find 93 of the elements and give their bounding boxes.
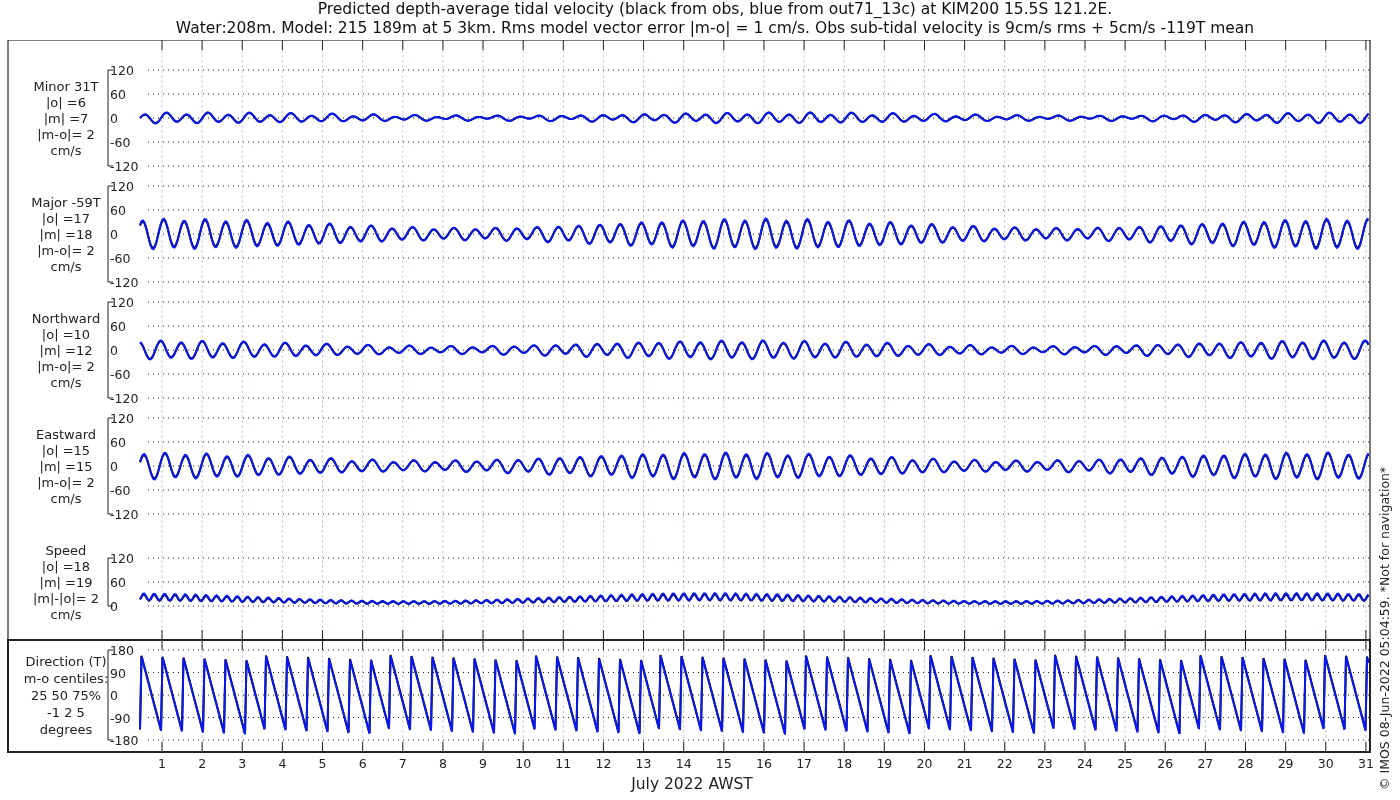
panel-label: 25 50 75% [30, 688, 102, 703]
y-tick-label: 60 [110, 575, 126, 590]
x-tick-label: 2 [198, 756, 207, 771]
panel-label: m-o centiles: [23, 671, 109, 686]
x-tick-label: 19 [876, 756, 893, 771]
panel-label: |o| =18 [41, 559, 91, 574]
x-tick-label: 1 [158, 756, 166, 771]
panel-label: |m| =18 [39, 227, 93, 242]
panel-label: degrees [39, 722, 93, 737]
x-tick-label: 17 [796, 756, 813, 771]
panel-label: |m|-|o|= 2 [32, 591, 100, 606]
panel-label: cm/s [50, 491, 82, 506]
panel-label: |m-o|= 2 [37, 475, 95, 490]
y-tick-label: 120 [110, 411, 134, 426]
y-tick-label: 120 [110, 295, 134, 310]
chart-title: Predicted depth-average tidal velocity (black from obs, blue from out71_13c) at KIM200 15.5S 121.2E. [317, 0, 1113, 19]
y-tick-label: -60 [110, 367, 131, 382]
x-tick-label: 14 [675, 756, 692, 771]
panel-label: Minor 31T [33, 79, 99, 94]
x-tick-label: 23 [1036, 756, 1053, 771]
x-tick-label: 26 [1157, 756, 1174, 771]
y-tick-label: 90 [110, 665, 126, 681]
x-tick-label: 13 [635, 756, 652, 771]
panel-label: cm/s [50, 607, 82, 622]
y-tick-label: -60 [110, 483, 131, 498]
x-tick-label: 31 [1357, 756, 1374, 771]
y-tick-label: 60 [110, 319, 126, 334]
panel-label: Major -59T [31, 195, 101, 210]
y-tick-label: 0 [110, 111, 118, 126]
y-tick-label: 0 [110, 227, 118, 242]
y-tick-label: 0 [110, 343, 118, 358]
x-tick-label: 5 [318, 756, 327, 771]
y-tick-label: 120 [110, 179, 134, 194]
x-tick-label: 3 [238, 756, 247, 771]
x-tick-label: 20 [916, 756, 933, 771]
panel-label: |o| =17 [41, 211, 91, 226]
x-tick-label: 8 [438, 756, 447, 771]
panel-label: |m-o|= 2 [37, 127, 95, 142]
y-tick-label: 0 [110, 459, 118, 474]
y-tick-label: 120 [110, 63, 134, 78]
y-tick-label: -120 [110, 507, 139, 522]
x-tick-label: 28 [1237, 756, 1254, 771]
y-tick-label: -180 [110, 733, 139, 748]
y-tick-label: 0 [110, 599, 118, 614]
x-tick-label: 7 [398, 756, 407, 771]
x-tick-label: 16 [756, 756, 772, 771]
y-tick-label: 60 [110, 435, 126, 450]
x-tick-label: 9 [479, 756, 487, 771]
panel-label: -1 2 5 [47, 705, 85, 720]
x-tick-label: 6 [358, 756, 367, 771]
panel-label: Northward [31, 311, 101, 326]
chart-title: Water:208m. Model: 215 189m at 5 3km. Rms model vector error |m-o| = 1 cm/s. Obs sub-tidal velocity is 9cm/s rms + 5cm/s -119T mean [175, 19, 1255, 38]
y-tick-label: 60 [110, 87, 126, 102]
panel-label: cm/s [50, 143, 82, 158]
panel-label: |o| =6 [46, 95, 86, 110]
x-tick-label: 21 [956, 756, 973, 771]
panel-label: |m| =12 [39, 343, 93, 358]
x-tick-label: 4 [278, 756, 287, 771]
x-tick-label: 29 [1277, 756, 1294, 771]
panel-label: Direction (T) [25, 654, 107, 669]
panel-label: |m-o|= 2 [37, 243, 95, 258]
x-tick-label: 30 [1317, 756, 1334, 771]
panel-label: |o| =15 [41, 443, 91, 458]
x-tick-label: 15 [715, 756, 732, 771]
x-tick-label: 12 [595, 756, 612, 771]
y-tick-label: -120 [110, 159, 139, 174]
y-tick-label: -120 [110, 391, 139, 406]
y-tick-label: -60 [110, 251, 131, 266]
panel-label: Eastward [36, 427, 96, 442]
panel-label: cm/s [50, 259, 82, 274]
panel-label: |m-o|= 2 [37, 359, 95, 374]
x-tick-label: 24 [1077, 756, 1093, 771]
x-tick-label: 27 [1197, 756, 1214, 771]
y-tick-label: 180 [110, 643, 134, 658]
y-tick-label: -90 [110, 710, 131, 726]
x-tick-label: 18 [836, 756, 853, 771]
x-tick-label: 22 [996, 756, 1013, 771]
panel-label: Speed [45, 543, 87, 558]
panel-label: |m| =15 [39, 459, 93, 474]
panel-label: |m| =19 [39, 575, 93, 590]
y-tick-label: 0 [110, 688, 118, 703]
x-tick-label: 11 [555, 756, 572, 771]
y-tick-label: -60 [110, 135, 131, 150]
credit-text: © IMOS 08-Jun-2022 05:04:59. *Not for navigation* [1377, 466, 1392, 790]
panel-label: cm/s [50, 375, 82, 390]
y-tick-label: 60 [110, 203, 126, 218]
panel-label: |m| =7 [43, 111, 89, 126]
x-tick-label: 10 [515, 756, 532, 771]
y-tick-label: 120 [110, 551, 134, 566]
x-tick-label: 25 [1117, 756, 1134, 771]
panel-label: |o| =10 [41, 327, 91, 342]
x-axis-label: July 2022 AWST [631, 775, 753, 793]
y-tick-label: -120 [110, 275, 139, 290]
